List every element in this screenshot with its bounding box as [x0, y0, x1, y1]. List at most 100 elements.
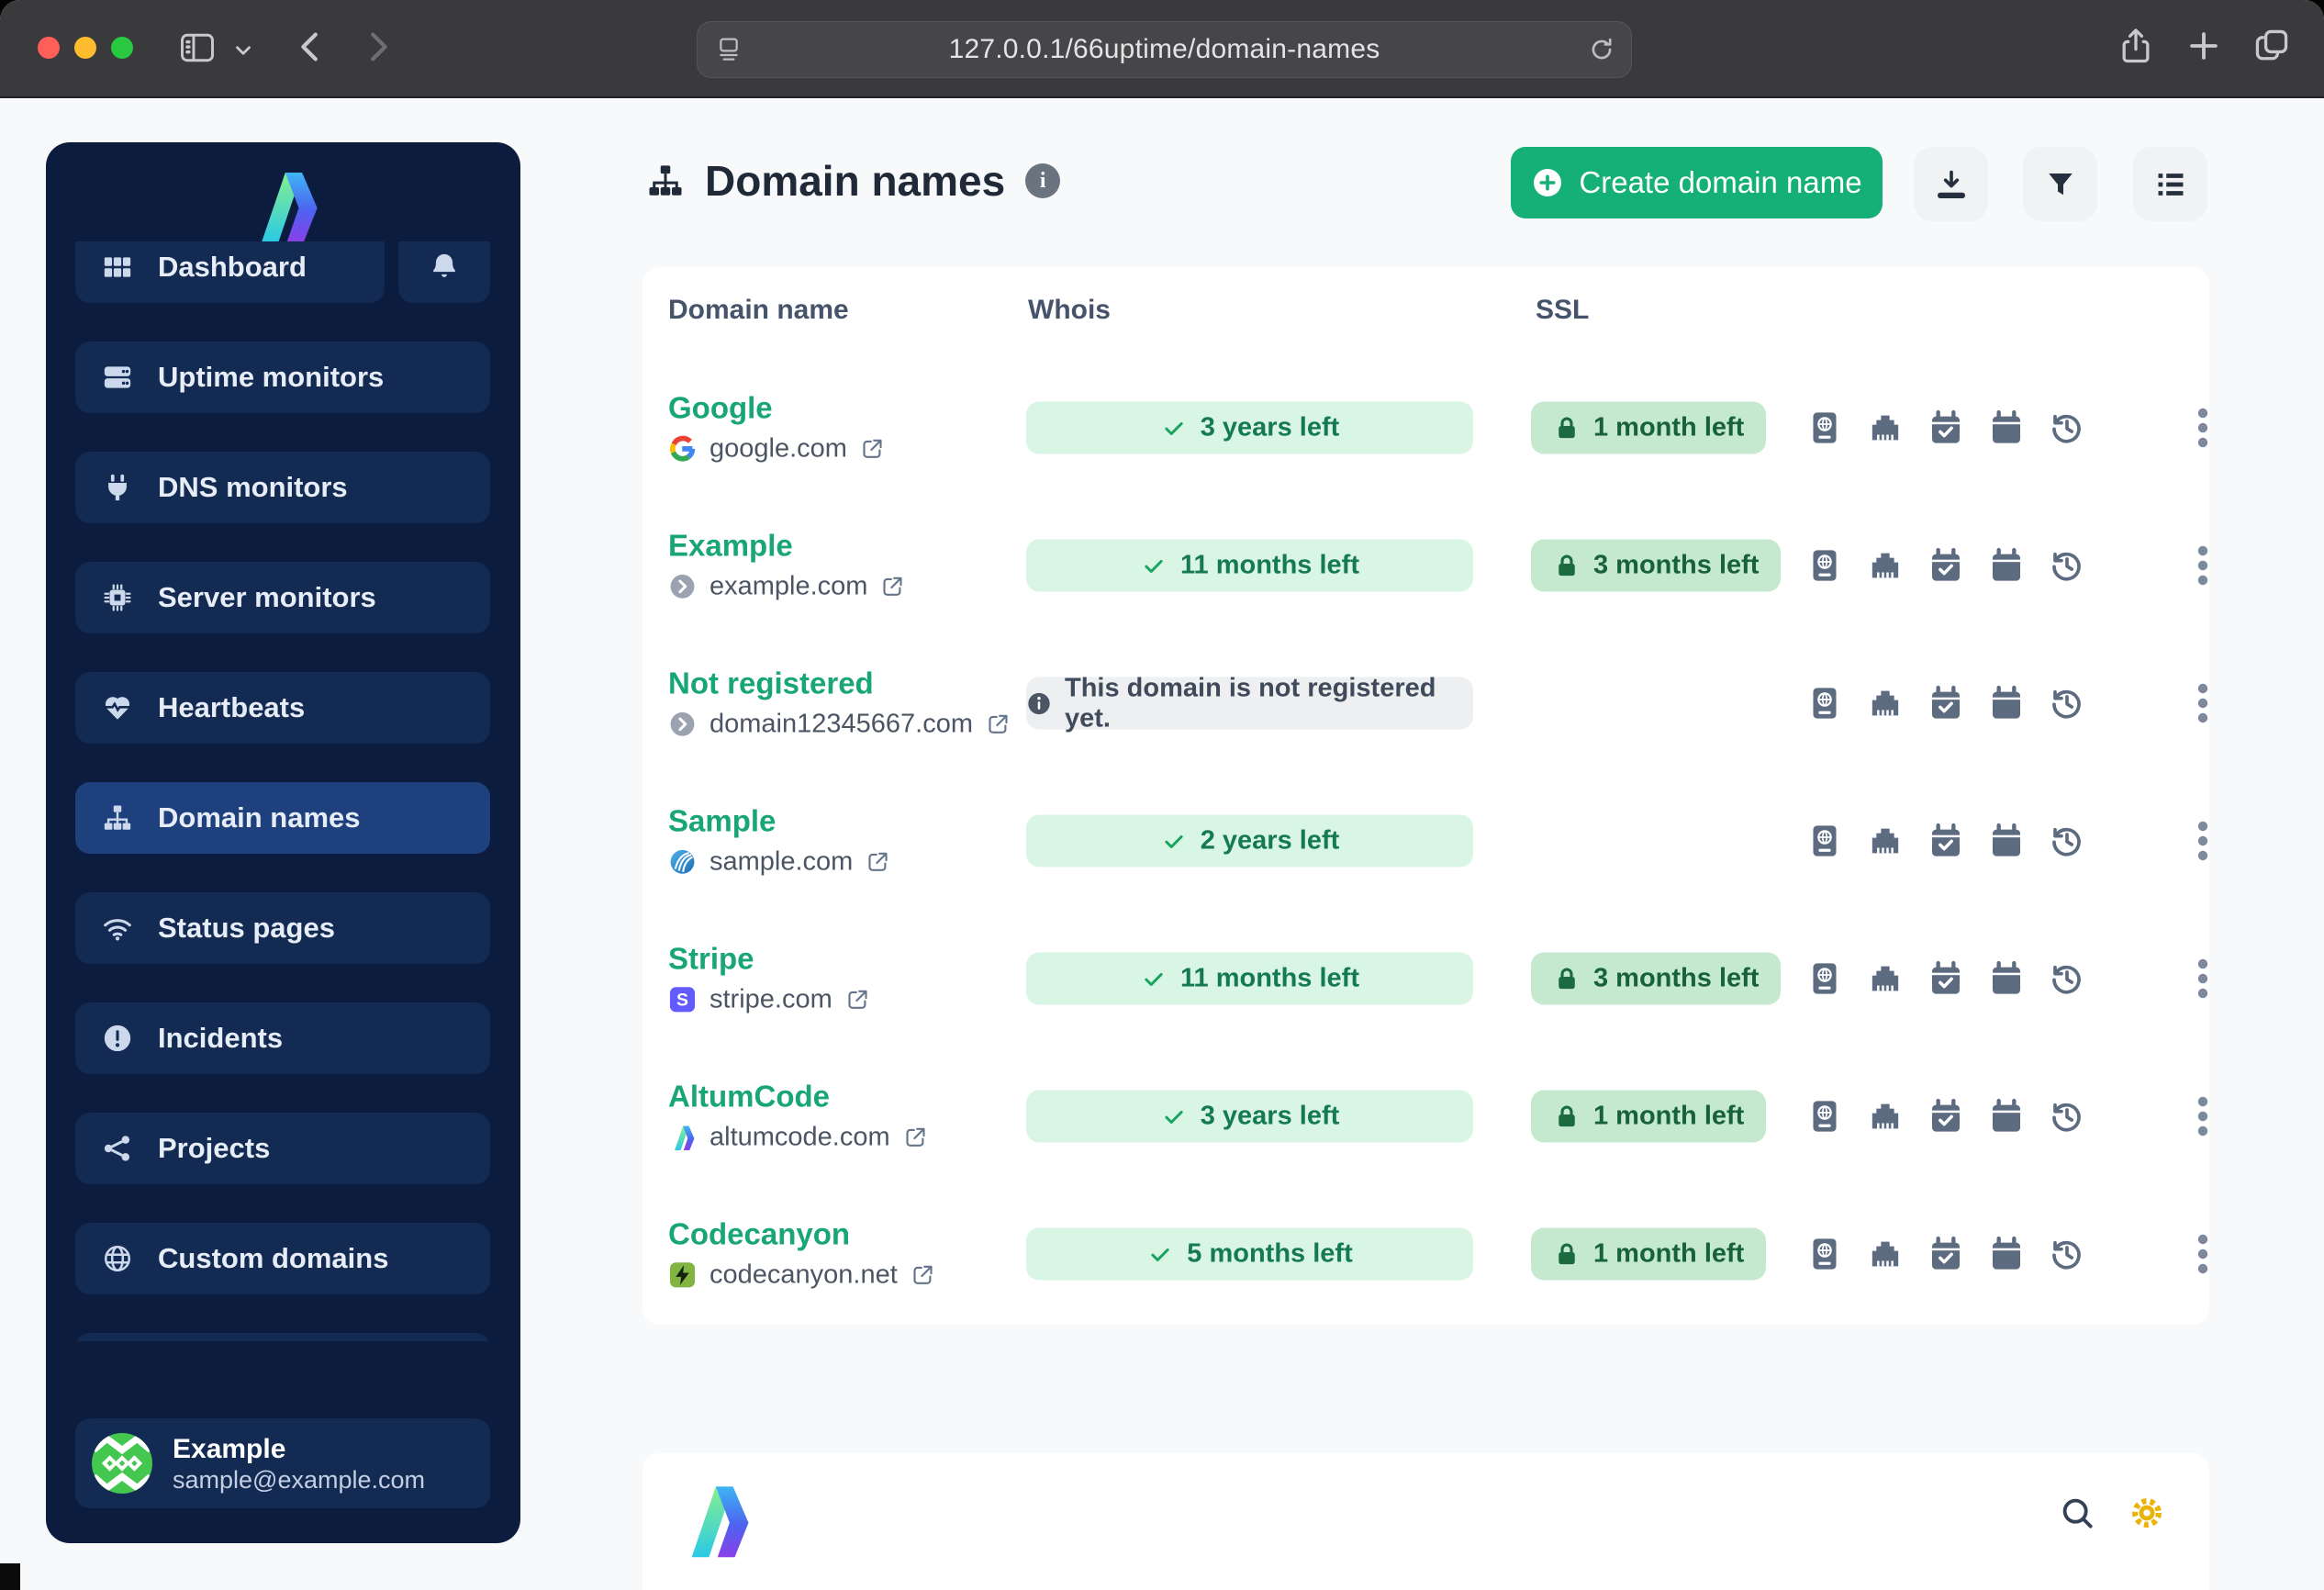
theme-gear-icon[interactable]	[2121, 1492, 2162, 1532]
sidebar-toggle-icon[interactable]	[177, 28, 218, 68]
sidebar-item-notification-handlers[interactable]: Notification handlers	[75, 1333, 490, 1341]
row-menu-ellipsis-icon[interactable]	[2184, 408, 2221, 448]
sidebar-item-projects[interactable]: Projects	[75, 1113, 490, 1184]
whois-lookup-icon[interactable]	[1804, 545, 1845, 586]
minimize-window-button[interactable]	[74, 37, 96, 59]
search-icon[interactable]	[2051, 1492, 2093, 1532]
domain-name-link[interactable]: Sample	[668, 804, 890, 838]
ethernet-icon[interactable]	[1865, 1096, 1905, 1137]
row-menu-ellipsis-icon[interactable]	[2184, 545, 2221, 586]
sidebar-item-custom-domains[interactable]: Custom domains	[75, 1223, 490, 1294]
whois-lookup-icon[interactable]	[1804, 1234, 1845, 1274]
whois-lookup-icon[interactable]	[1804, 958, 1845, 999]
domain-name-link[interactable]: Stripe	[668, 942, 870, 976]
calendar-check-icon[interactable]	[1926, 1096, 1966, 1137]
row-menu-ellipsis-icon[interactable]	[2184, 1096, 2221, 1137]
calendar-check-icon[interactable]	[1926, 683, 1966, 723]
ethernet-icon[interactable]	[1865, 408, 1905, 448]
domain-name-link[interactable]: AltumCode	[668, 1080, 928, 1114]
close-window-button[interactable]	[38, 37, 60, 59]
calendar-icon[interactable]	[1986, 683, 2027, 723]
row-menu-ellipsis-icon[interactable]	[2184, 958, 2221, 999]
chevron-down-icon[interactable]	[231, 39, 255, 62]
calendar-icon[interactable]	[1986, 545, 2027, 586]
list-view-button[interactable]	[2133, 147, 2207, 221]
domain-cell: Example example.com	[668, 529, 905, 601]
row-menu-ellipsis-icon[interactable]	[2184, 1234, 2221, 1274]
page-settings-icon[interactable]	[714, 35, 743, 64]
history-icon[interactable]	[2047, 1096, 2087, 1137]
sidebar-item-label: Uptime monitors	[158, 361, 385, 393]
zoom-window-button[interactable]	[111, 37, 133, 59]
whois-lookup-icon[interactable]	[1804, 408, 1845, 448]
new-tab-icon[interactable]	[2184, 26, 2224, 66]
external-link-icon[interactable]	[986, 712, 1011, 737]
whois-lookup-icon[interactable]	[1804, 821, 1845, 861]
history-icon[interactable]	[2047, 1234, 2087, 1274]
history-icon[interactable]	[2047, 683, 2087, 723]
globe-icon	[101, 1243, 134, 1274]
user-profile[interactable]: Example sample@example.com	[75, 1418, 490, 1508]
history-icon[interactable]	[2047, 958, 2087, 999]
domain-name-link[interactable]: Example	[668, 529, 905, 563]
sidebar-item-heartbeats[interactable]: Heartbeats	[75, 672, 490, 744]
domain-name-link[interactable]: Codecanyon	[668, 1217, 935, 1251]
ethernet-icon[interactable]	[1865, 821, 1905, 861]
whois-lookup-icon[interactable]	[1804, 1096, 1845, 1137]
domain-cell: Codecanyon codecanyon.net	[668, 1217, 935, 1290]
sidebar-item-uptime-monitors[interactable]: Uptime monitors	[75, 342, 490, 413]
row-actions	[1804, 958, 2087, 999]
tab-overview-icon[interactable]	[2251, 26, 2292, 66]
reload-icon[interactable]	[1587, 35, 1616, 64]
domain-host-text: codecanyon.net	[709, 1260, 898, 1290]
ethernet-icon[interactable]	[1865, 545, 1905, 586]
calendar-icon[interactable]	[1986, 958, 2027, 999]
domain-name-link[interactable]: Not registered	[668, 666, 1011, 700]
sidebar-item-dns-monitors[interactable]: DNS monitors	[75, 452, 490, 523]
forward-icon[interactable]	[356, 26, 398, 68]
sidebar-item-domain-names[interactable]: Domain names	[75, 782, 490, 854]
row-menu-ellipsis-icon[interactable]	[2184, 683, 2221, 723]
calendar-icon[interactable]	[1986, 408, 2027, 448]
calendar-check-icon[interactable]	[1926, 958, 1966, 999]
create-domain-name-button[interactable]: Create domain name	[1511, 147, 1883, 218]
address-bar[interactable]: 127.0.0.1/66uptime/domain-names	[697, 21, 1632, 78]
sidebar-item-status-pages[interactable]: Status pages	[75, 892, 490, 964]
calendar-icon[interactable]	[1986, 1234, 2027, 1274]
history-icon[interactable]	[2047, 408, 2087, 448]
external-link-icon[interactable]	[860, 437, 885, 462]
calendar-icon[interactable]	[1986, 821, 2027, 861]
whois-cell: 2 years left	[1026, 814, 1473, 868]
whois-lookup-icon[interactable]	[1804, 683, 1845, 723]
export-download-button[interactable]	[1914, 147, 1988, 221]
history-icon[interactable]	[2047, 545, 2087, 586]
calendar-check-icon[interactable]	[1926, 545, 1966, 586]
share-icon[interactable]	[2116, 26, 2156, 66]
calendar-icon[interactable]	[1986, 1096, 2027, 1137]
external-link-icon[interactable]	[866, 850, 890, 875]
sidebar-item-dashboard[interactable]: Dashboard	[75, 241, 385, 303]
sidebar-item-incidents[interactable]: Incidents	[75, 1002, 490, 1074]
external-link-icon[interactable]	[903, 1125, 928, 1150]
external-link-icon[interactable]	[911, 1263, 935, 1288]
ethernet-icon[interactable]	[1865, 683, 1905, 723]
external-link-icon[interactable]	[845, 988, 870, 1013]
avatar	[92, 1433, 152, 1494]
calendar-check-icon[interactable]	[1926, 1234, 1966, 1274]
calendar-check-icon[interactable]	[1926, 821, 1966, 861]
sidebar-item-server-monitors[interactable]: Server monitors	[75, 562, 490, 633]
calendar-check-icon[interactable]	[1926, 408, 1966, 448]
notifications-bell-button[interactable]	[398, 241, 490, 303]
sidebar-item-label: Status pages	[158, 912, 335, 944]
domain-name-link[interactable]: Google	[668, 391, 885, 425]
row-menu-ellipsis-icon[interactable]	[2184, 821, 2221, 861]
back-icon[interactable]	[290, 26, 332, 68]
info-icon[interactable]: i	[1025, 163, 1061, 198]
filter-button[interactable]	[2023, 147, 2097, 221]
ssl-cell: 1 month left	[1531, 401, 1767, 454]
ethernet-icon[interactable]	[1865, 1234, 1905, 1274]
history-icon[interactable]	[2047, 821, 2087, 861]
ethernet-icon[interactable]	[1865, 958, 1905, 999]
external-link-icon[interactable]	[880, 575, 905, 599]
row-actions	[1804, 1234, 2087, 1274]
